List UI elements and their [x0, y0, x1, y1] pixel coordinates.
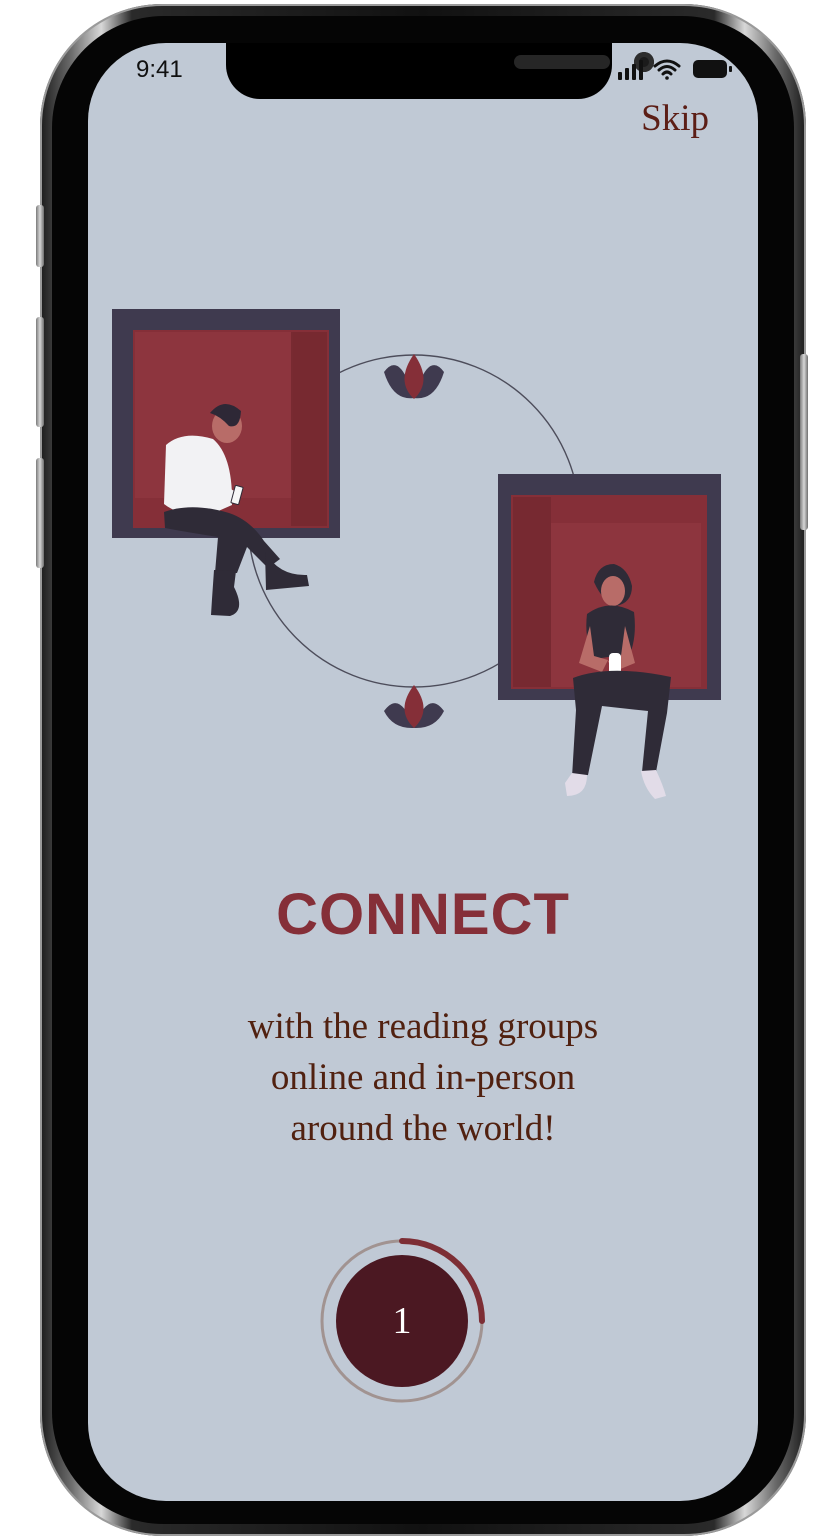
onboarding-progress: 1: [316, 1235, 488, 1407]
status-time: 9:41: [136, 56, 183, 83]
top-flower-icon: [384, 354, 444, 399]
description-line: with the reading groups: [247, 1006, 599, 1047]
phone-screen: 9:41 Skip CONNECT with the reading group…: [88, 43, 758, 1501]
skip-button[interactable]: Skip: [641, 100, 709, 137]
wifi-icon: [653, 59, 681, 80]
status-icons: [618, 59, 732, 80]
speaker-grille: [514, 55, 610, 69]
next-step-button[interactable]: 1: [336, 1255, 468, 1387]
people-connecting-illustration: [112, 309, 721, 799]
bottom-flower-icon: [384, 685, 444, 729]
description-line: around the world!: [290, 1108, 556, 1150]
battery-icon: [693, 60, 732, 78]
onboarding-description: with the reading groups online and in-pe…: [176, 1001, 670, 1154]
app-mockup-page: 9:41 Skip CONNECT with the reading group…: [0, 0, 840, 1540]
phone-power-button: [800, 354, 808, 530]
description-line: online and in-person: [270, 1057, 576, 1099]
phone-notch: [226, 43, 654, 99]
phone-volume-up-button: [36, 317, 44, 427]
onboarding-title: CONNECT: [276, 882, 570, 947]
signal-icon: [618, 60, 643, 80]
phone-silent-switch: [36, 205, 44, 267]
phone-volume-down-button: [36, 458, 44, 568]
